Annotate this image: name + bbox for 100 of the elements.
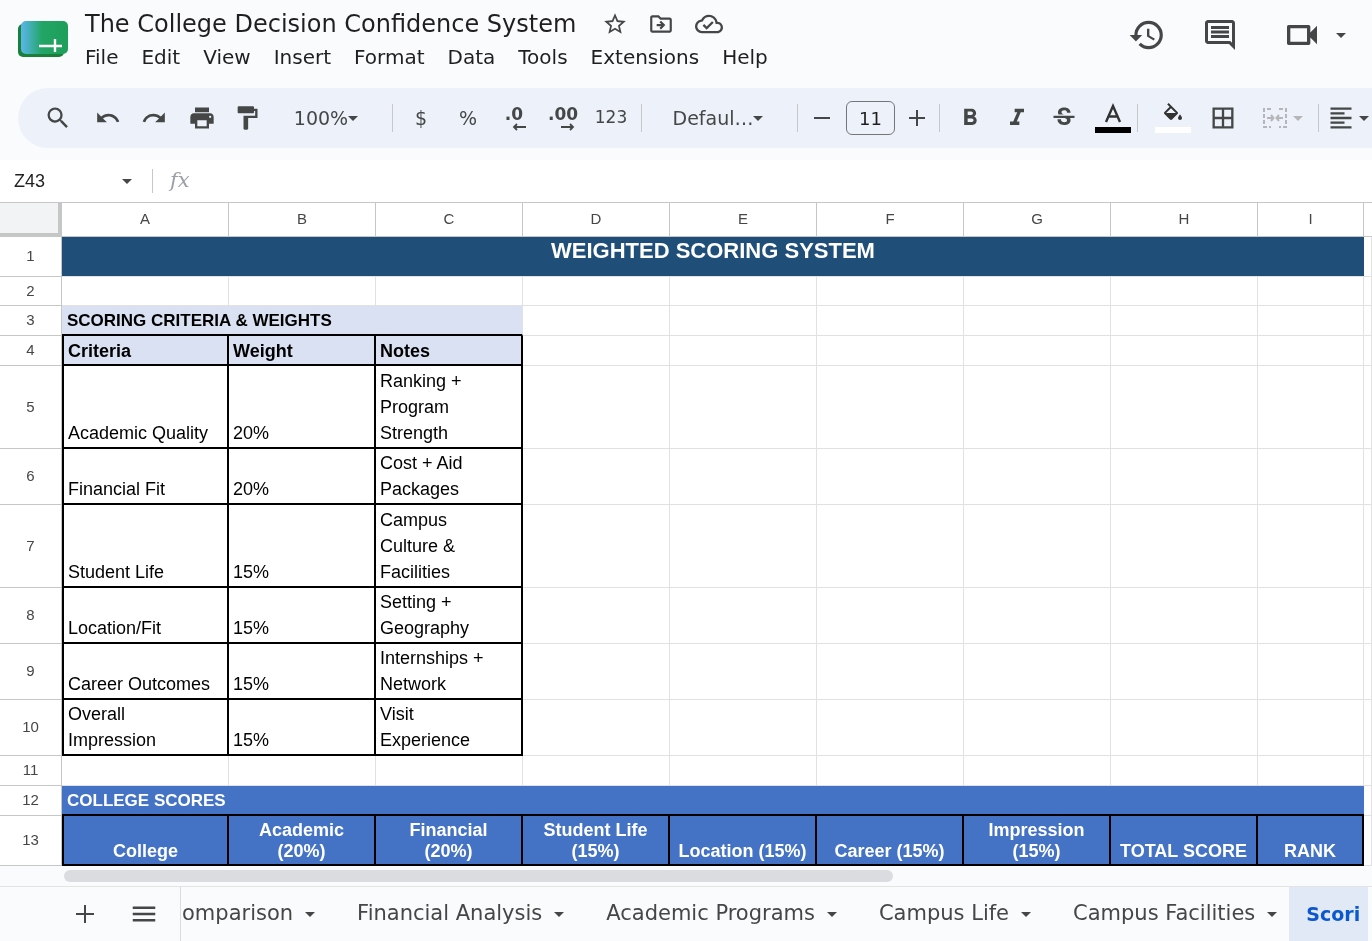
sheet-tab[interactable]: Campus Facilities [1043, 887, 1290, 941]
font-dropdown[interactable]: Defaul… [656, 98, 783, 138]
table-header-cell: Location (15%) [670, 816, 817, 866]
table-cell: Financial Fit [62, 449, 229, 505]
table-header-cell: Financial (20%) [376, 816, 523, 866]
menu-item[interactable]: Insert [273, 42, 332, 72]
table-header-cell: Student Life (15%) [523, 816, 670, 866]
plus-icon [76, 905, 94, 923]
row-number: 7 [0, 505, 62, 588]
table-cell: 15% [229, 505, 376, 588]
table-cell: Overall Impression [62, 700, 229, 756]
caret-icon [305, 911, 316, 917]
table-cell: 15% [229, 644, 376, 700]
table-header-cell: TOTAL SCORE [1111, 816, 1258, 866]
column-header: H [1111, 202, 1258, 237]
column-header: A [62, 202, 229, 237]
section-title: SCORING CRITERIA & WEIGHTS [62, 306, 523, 336]
name-box[interactable]: Z43 [0, 167, 140, 195]
menu-item[interactable]: Help [722, 42, 768, 72]
caret-icon [753, 115, 764, 121]
column-header: I [1258, 202, 1364, 237]
sheet-tab[interactable]: Academic Programs [576, 887, 849, 941]
horizontal-scrollbar-thumb[interactable] [64, 870, 893, 882]
table-cell: 15% [229, 588, 376, 644]
currency-format-button[interactable]: $ [403, 98, 439, 138]
caret-icon [1293, 115, 1303, 121]
app-logo-icon [18, 21, 68, 57]
table-header-cell: Notes [376, 336, 523, 366]
table-cell: Career Outcomes [62, 644, 229, 700]
decrease-decimal-button[interactable]: .0 [496, 98, 532, 138]
column-header: G [964, 202, 1111, 237]
table-cell: Ranking + Program Strength [376, 366, 523, 449]
column-header: E [670, 202, 817, 237]
table-header-cell: Impression (15%) [964, 816, 1111, 866]
column-header: C [376, 202, 523, 237]
menu-item[interactable]: View [203, 42, 251, 72]
sheet-tab[interactable]: Financial Analysis [327, 887, 577, 941]
row-number: 5 [0, 366, 62, 449]
table-header-cell: Academic (20%) [229, 816, 376, 866]
table-header-cell: RANK [1258, 816, 1364, 866]
column-header: B [229, 202, 376, 237]
row-number: 12 [0, 786, 62, 816]
text-color-icon [1095, 103, 1131, 133]
menu-item[interactable]: Data [447, 42, 496, 72]
caret-icon [554, 911, 565, 917]
document-title[interactable]: The College Decision Confidence System [85, 6, 577, 42]
minus-icon [814, 117, 830, 119]
row-number: 2 [0, 277, 62, 306]
font-size-field[interactable]: 11 [846, 101, 895, 135]
table-cell: Student Life [62, 505, 229, 588]
menu-item[interactable]: File [85, 42, 119, 72]
paint-bucket-icon [1155, 103, 1191, 133]
table-cell: 15% [229, 700, 376, 756]
sheet-tab[interactable]: omparison [181, 887, 328, 941]
row-number: 3 [0, 306, 62, 336]
plus-icon [909, 110, 925, 126]
caret-icon [1359, 115, 1369, 121]
table-cell: 20% [229, 449, 376, 505]
row-number: 13 [0, 816, 62, 866]
menu-item[interactable]: Format [354, 42, 425, 72]
column-header: F [817, 202, 964, 237]
table-header-cell: Weight [229, 336, 376, 366]
table-cell: 20% [229, 366, 376, 449]
caret-icon [1021, 911, 1032, 917]
percent-format-button[interactable]: % [450, 98, 486, 138]
menu-item[interactable]: Extensions [590, 42, 700, 72]
column-header: D [523, 202, 670, 237]
row-number: 10 [0, 700, 62, 756]
table-header-cell: College [62, 816, 229, 866]
table-cell: Academic Quality [62, 366, 229, 449]
table-cell: Cost + Aid Packages [376, 449, 523, 505]
caret-icon [1336, 32, 1346, 38]
menu-item[interactable]: Edit [141, 42, 181, 72]
table-cell: Internships + Network [376, 644, 523, 700]
menu-item[interactable]: Tools [518, 42, 568, 72]
row-number: 9 [0, 644, 62, 700]
row-number: 6 [0, 449, 62, 505]
table-header-cell: Career (15%) [817, 816, 964, 866]
row-number: 11 [0, 756, 62, 786]
row-number: 1 [0, 237, 62, 277]
section-title: COLLEGE SCORES [62, 786, 1364, 816]
caret-icon [348, 115, 359, 121]
table-cell: Visit Experience [376, 700, 523, 756]
row-number: 4 [0, 336, 62, 366]
caret-icon [826, 911, 837, 917]
table-header-cell: Criteria [62, 336, 229, 366]
table-cell: Location/Fit [62, 588, 229, 644]
sheet-tab[interactable]: Scori [1289, 887, 1369, 941]
zoom-dropdown[interactable]: 100% [277, 98, 378, 138]
caret-icon [122, 178, 132, 184]
table-cell: Campus Culture & Facilities [376, 505, 523, 588]
title-banner: WEIGHTED SCORING SYSTEM [62, 237, 1364, 277]
right-arrow-icon [561, 122, 575, 131]
increase-decimal-button[interactable]: .00 [545, 98, 581, 138]
row-number: 8 [0, 588, 62, 644]
more-formats-button[interactable]: 123 [591, 98, 631, 138]
merge-cells-icon [1263, 108, 1287, 128]
sheet-tab[interactable]: Campus Life [848, 887, 1044, 941]
left-arrow-icon [512, 122, 526, 131]
function-label: fx [170, 167, 190, 195]
